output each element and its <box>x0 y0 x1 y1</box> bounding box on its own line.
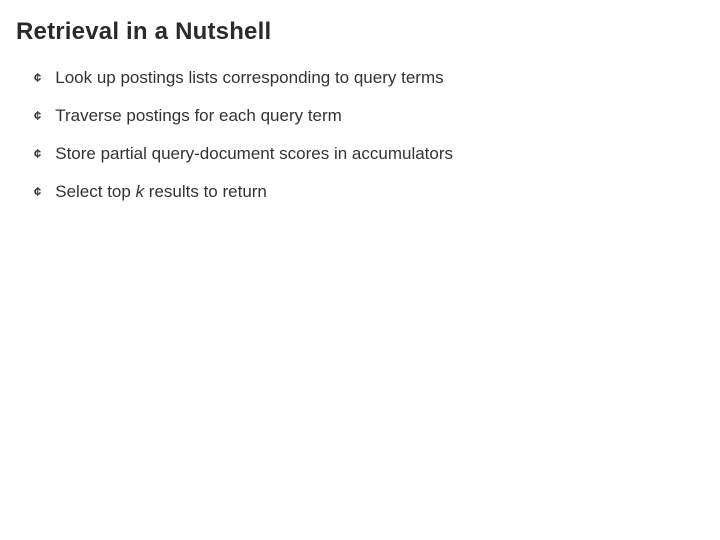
list-item: ¢ Traverse postings for each query term <box>34 106 704 126</box>
bullet-text-italic: k <box>136 182 145 201</box>
bullet-text: Store partial query-document scores in a… <box>55 144 453 164</box>
bullet-text: Look up postings lists corresponding to … <box>55 68 443 88</box>
slide-title: Retrieval in a Nutshell <box>16 18 704 46</box>
bullet-text-suffix: results to return <box>144 182 267 201</box>
bullet-text-prefix: Select top <box>55 182 135 201</box>
bullet-marker-icon: ¢ <box>34 147 41 160</box>
list-item: ¢ Select top k results to return <box>34 182 704 202</box>
bullet-text: Select top k results to return <box>55 182 267 202</box>
bullet-marker-icon: ¢ <box>34 71 41 84</box>
list-item: ¢ Store partial query-document scores in… <box>34 144 704 164</box>
bullet-marker-icon: ¢ <box>34 109 41 122</box>
bullet-list: ¢ Look up postings lists corresponding t… <box>16 68 704 202</box>
list-item: ¢ Look up postings lists corresponding t… <box>34 68 704 88</box>
bullet-marker-icon: ¢ <box>34 185 41 198</box>
bullet-text: Traverse postings for each query term <box>55 106 342 126</box>
